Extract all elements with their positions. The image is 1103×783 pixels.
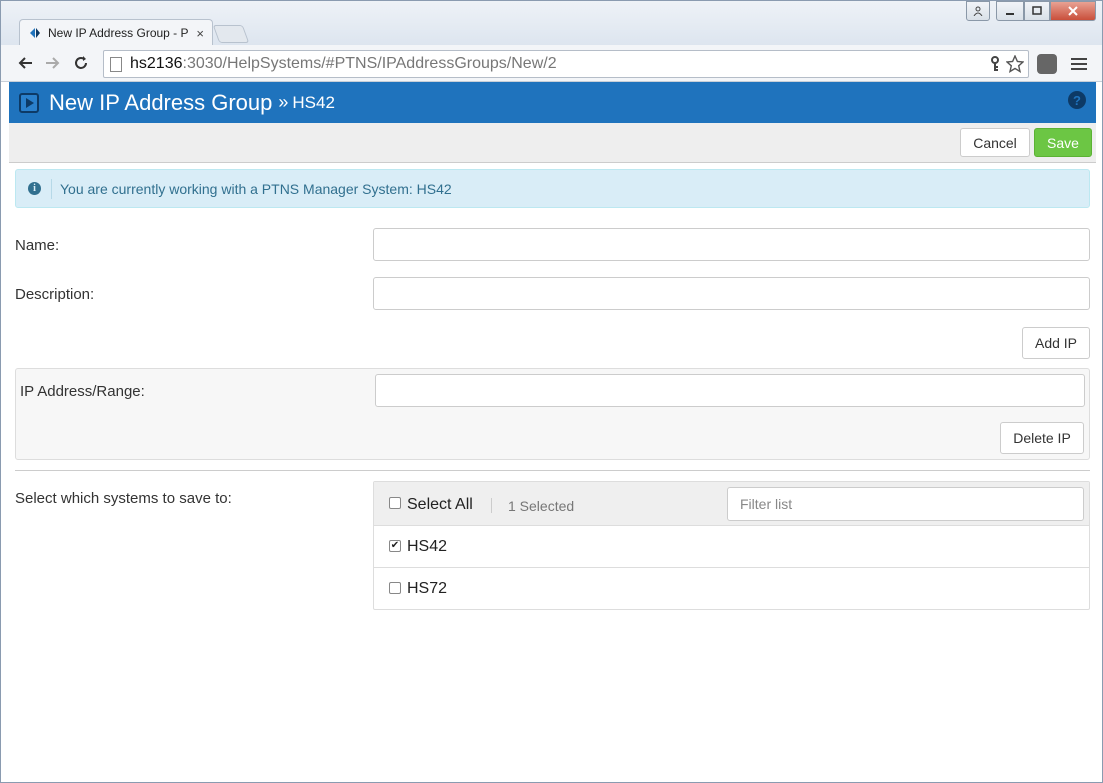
user-profile-icon[interactable] — [966, 1, 990, 21]
action-bar: Cancel Save — [9, 123, 1096, 163]
maximize-icon[interactable] — [1024, 1, 1050, 21]
save-button[interactable]: Save — [1034, 128, 1092, 157]
system-name: HS42 — [292, 92, 335, 112]
select-all-label[interactable]: Select All — [407, 496, 473, 514]
title-bar: New IP Address Group - P × — [1, 1, 1102, 46]
helpsystems-favicon-icon — [30, 28, 40, 38]
info-alert: i You are currently working with a PTNS … — [15, 169, 1090, 208]
systems-label: Select which systems to save to: — [15, 490, 232, 507]
name-input[interactable] — [373, 228, 1090, 261]
add-ip-button[interactable]: Add IP — [1022, 327, 1090, 359]
reload-icon[interactable] — [67, 49, 95, 77]
page-icon — [110, 56, 122, 72]
browser-menu-icon[interactable] — [1071, 54, 1087, 74]
cancel-button[interactable]: Cancel — [960, 128, 1030, 157]
select-all-checkbox[interactable] — [389, 497, 401, 509]
page-title: New IP Address Group — [49, 89, 273, 115]
address-bar[interactable]: hs2136:3030/HelpSystems/#PTNS/IPAddressG… — [103, 50, 1029, 78]
ip-address-label: IP Address/Range: — [20, 383, 145, 400]
app-header: New IP Address Group » HS42 ? — [9, 82, 1096, 123]
system-list-item[interactable]: HS72 — [374, 568, 1089, 610]
system-list-item[interactable]: ✔ HS42 — [374, 526, 1089, 568]
system-item-label: HS42 — [407, 538, 448, 555]
url-host: hs2136 — [130, 55, 183, 72]
system-checkbox[interactable] — [389, 582, 401, 594]
alert-divider — [51, 178, 52, 199]
alert-text: You are currently working with a PTNS Ma… — [60, 180, 452, 197]
forward-arrow-icon[interactable] — [39, 49, 67, 77]
name-label: Name: — [15, 237, 60, 254]
header-divider — [491, 498, 492, 513]
description-input[interactable] — [373, 277, 1090, 310]
browser-tab[interactable]: New IP Address Group - P × — [19, 19, 213, 46]
play-icon — [19, 92, 39, 113]
system-checkbox[interactable]: ✔ — [389, 540, 401, 552]
selected-count: 1 Selected — [508, 498, 575, 514]
minimize-icon[interactable] — [996, 1, 1024, 21]
section-divider — [15, 470, 1090, 471]
form-content: i You are currently working with a PTNS … — [9, 163, 1096, 780]
browser-window: New IP Address Group - P × hs2136:3030/… — [0, 0, 1103, 783]
help-icon[interactable]: ? — [1068, 91, 1086, 109]
tab-title: New IP Address Group - P — [48, 26, 188, 40]
browser-toolbar: hs2136:3030/HelpSystems/#PTNS/IPAddressG… — [1, 45, 1102, 82]
ip-address-panel: IP Address/Range: Delete IP — [15, 368, 1090, 460]
key-icon[interactable] — [990, 56, 1000, 72]
new-tab-button[interactable] — [212, 25, 250, 43]
breadcrumb-separator: » — [278, 92, 289, 112]
description-label: Description: — [15, 286, 95, 303]
url-path: :3030/HelpSystems/#PTNS/IPAddressGroups/… — [182, 55, 557, 72]
extension-icon[interactable] — [1037, 54, 1057, 74]
systems-list-panel: Select All 1 Selected ✔ HS42 HS72 — [373, 481, 1090, 610]
systems-list-header: Select All 1 Selected — [374, 482, 1089, 526]
bookmark-star-icon[interactable] — [1006, 55, 1024, 73]
delete-ip-button[interactable]: Delete IP — [1000, 422, 1084, 454]
window-controls — [966, 1, 1096, 21]
system-item-label: HS72 — [407, 580, 448, 597]
back-arrow-icon[interactable] — [11, 49, 39, 77]
tab-close-icon[interactable]: × — [196, 26, 204, 41]
ip-address-input[interactable] — [375, 374, 1085, 407]
filter-list-input[interactable] — [727, 487, 1084, 521]
info-icon: i — [28, 182, 41, 195]
window-close-icon[interactable] — [1050, 1, 1096, 21]
